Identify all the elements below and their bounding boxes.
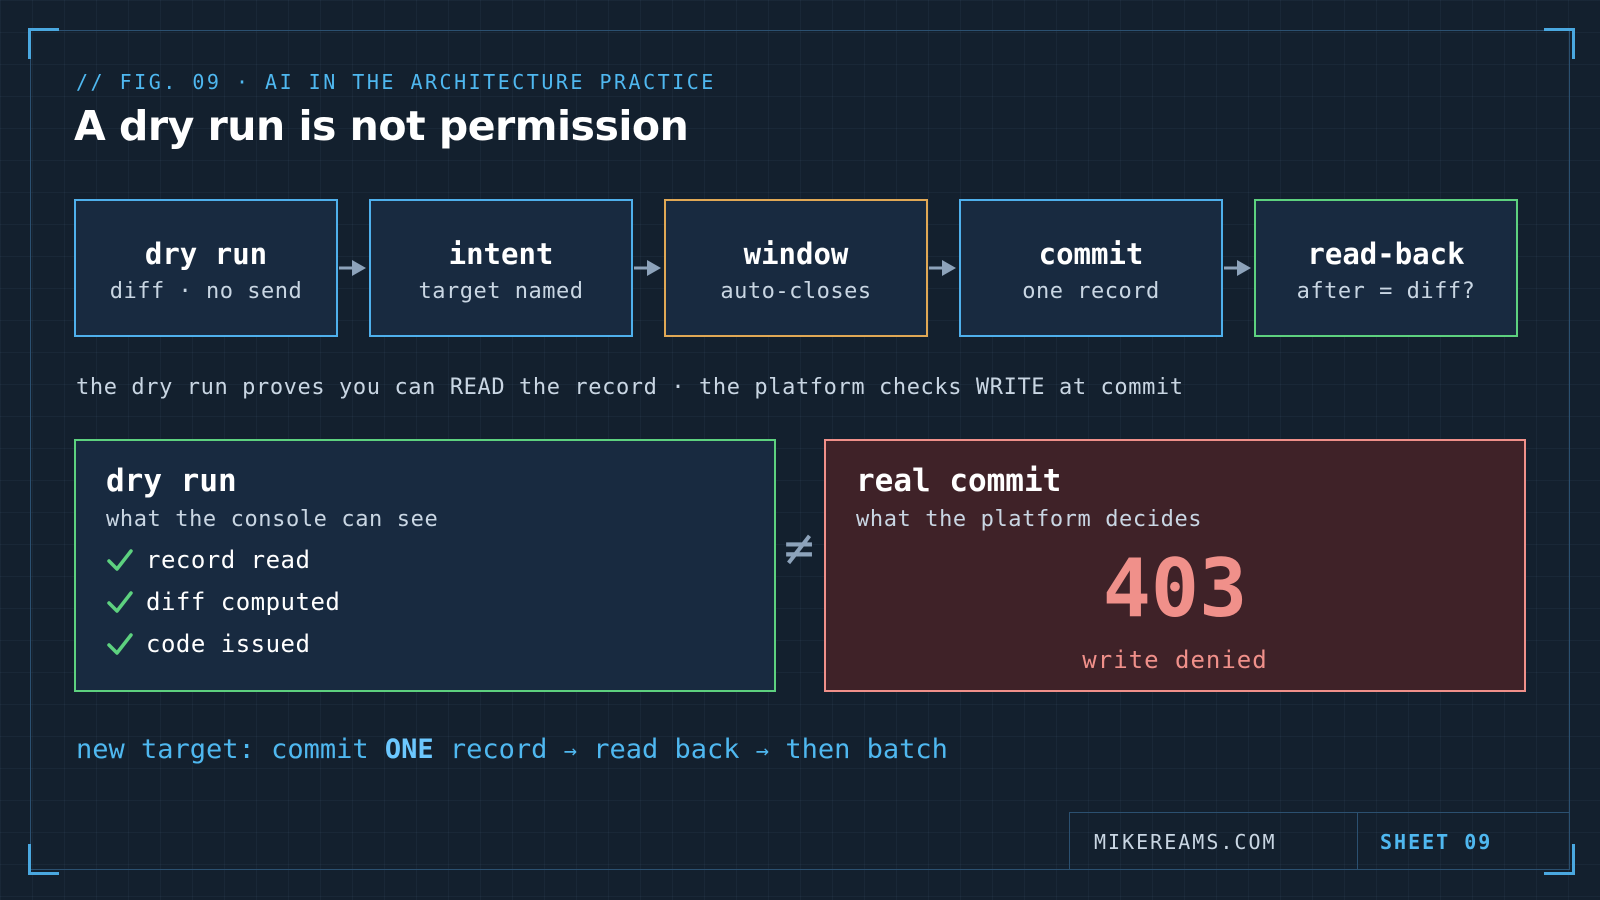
- panel-subtitle: what the console can see: [106, 507, 439, 532]
- arrow-right-icon: [634, 260, 661, 276]
- panel-title: real commit: [856, 463, 1062, 499]
- check-icon: [107, 633, 133, 655]
- check-label: diff computed: [146, 588, 341, 616]
- check-list: record read diff computed code issued: [106, 539, 340, 665]
- step-title: dry run: [144, 237, 268, 271]
- target-rest: record: [433, 734, 548, 765]
- step-title: intent: [448, 237, 554, 271]
- check-label: record read: [146, 546, 311, 574]
- step-subtitle: one record: [1022, 279, 1160, 304]
- list-item: record read: [106, 539, 340, 581]
- panel-subtitle: what the platform decides: [856, 507, 1203, 532]
- step-subtitle: target named: [418, 279, 584, 304]
- real-commit-panel: real commit what the platform decides 40…: [824, 439, 1526, 692]
- step-dry-run: dry run diff · no send: [74, 199, 338, 337]
- target-lead: new target: commit: [76, 734, 385, 765]
- step-subtitle: diff · no send: [109, 279, 303, 304]
- arrow-icon: →: [563, 739, 577, 764]
- title-block: MIKEREAMS.COM SHEET 09: [1069, 812, 1570, 870]
- status-caption: write denied: [1082, 646, 1268, 674]
- step-commit: commit one record: [959, 199, 1223, 337]
- sheet-label: SHEET 09: [1380, 829, 1493, 854]
- arrow-right-icon: [1224, 260, 1251, 276]
- status-code: 403: [1102, 542, 1248, 635]
- step-window: window auto-closes: [664, 199, 928, 337]
- step-intent: intent target named: [369, 199, 633, 337]
- list-item: code issued: [106, 623, 340, 665]
- corner-bracket-top-right: [1544, 28, 1575, 59]
- arrow-icon: →: [755, 739, 770, 764]
- step-title: window: [743, 237, 849, 271]
- check-label: code issued: [146, 630, 311, 658]
- corner-bracket-bottom-left: [28, 844, 59, 875]
- corner-bracket-top-left: [28, 28, 59, 59]
- step-title: commit: [1038, 237, 1144, 271]
- site-label: MIKEREAMS.COM: [1070, 813, 1358, 870]
- explanation-note: the dry run proves you can READ the reco…: [76, 375, 1184, 400]
- step-title: read-back: [1307, 237, 1465, 271]
- panel-title: dry run: [106, 463, 237, 499]
- target-emphasis: ONE: [384, 734, 434, 765]
- step-read-back: read-back after = diff?: [1254, 199, 1518, 337]
- step-subtitle: after = diff?: [1296, 279, 1476, 304]
- target-step-read-back: read back: [593, 734, 740, 765]
- arrow-right-icon: [929, 260, 956, 276]
- arrow-right-icon: [339, 260, 366, 276]
- not-equal-icon: ≠: [783, 519, 815, 577]
- page-title: A dry run is not permission: [74, 102, 689, 150]
- figure-eyebrow: // FIG. 09 · AI IN THE ARCHITECTURE PRAC…: [76, 70, 716, 94]
- check-icon: [107, 549, 133, 571]
- target-step-batch: then batch: [785, 734, 948, 765]
- step-subtitle: auto-closes: [720, 279, 872, 304]
- dry-run-panel: dry run what the console can see record …: [74, 439, 776, 692]
- new-target-line: new target: commit ONE record → read bac…: [76, 734, 948, 765]
- check-icon: [107, 591, 133, 613]
- list-item: diff computed: [106, 581, 340, 623]
